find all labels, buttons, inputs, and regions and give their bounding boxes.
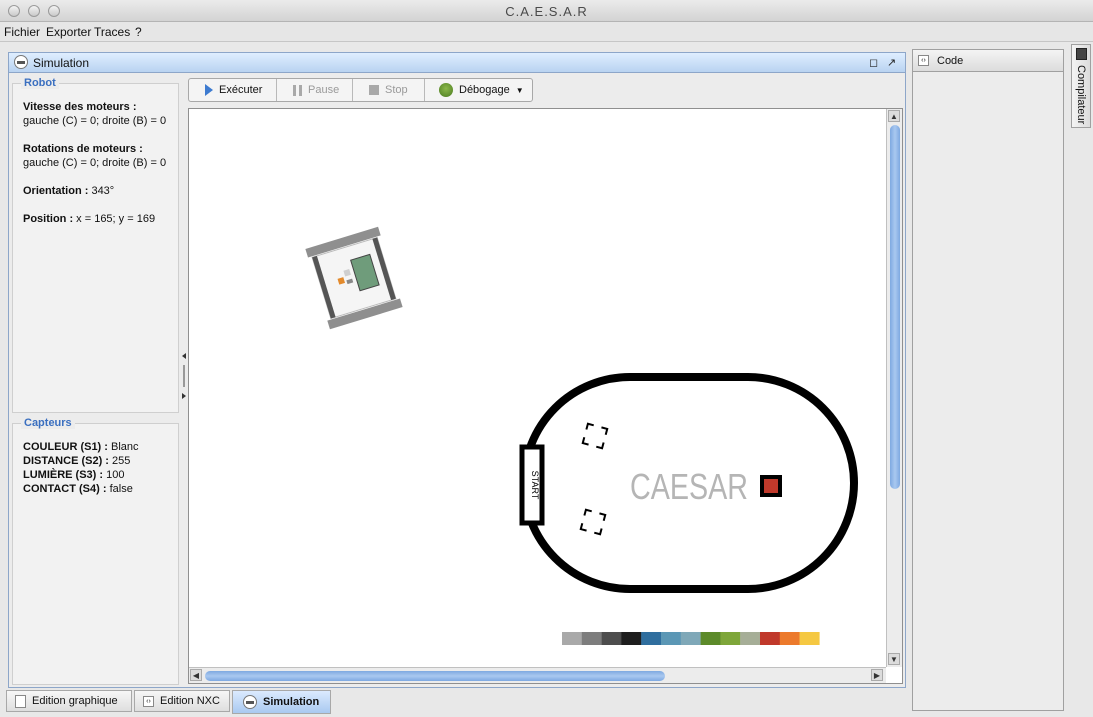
motor-rotation-label: Rotations de moteurs : <box>23 143 143 155</box>
menu-help[interactable]: ? <box>135 25 142 39</box>
compiler-icon <box>1076 48 1087 60</box>
maximize-icon[interactable]: ◻ <box>869 56 878 69</box>
scroll-up-arrow[interactable]: ▲ <box>888 110 900 122</box>
sensors-group-title: Capteurs <box>21 417 75 429</box>
document-icon <box>15 694 26 708</box>
code-panel-title: Code <box>937 55 964 67</box>
code-icon: ‹› <box>143 695 154 707</box>
target-marker-1 <box>581 422 609 450</box>
motor-rotation-value: gauche (C) = 0; droite (B) = 0 <box>23 157 167 169</box>
orientation-line: Orientation : 343° <box>23 185 115 197</box>
window-title: C.A.E.S.A.R <box>505 4 588 19</box>
palette-swatch <box>661 632 681 645</box>
simulation-canvas[interactable]: START CAESAR ▲ ▼ ◀ ▶ <box>188 108 903 684</box>
palette-swatch <box>641 632 662 645</box>
start-label: START <box>530 471 540 500</box>
tab-edition-graphique[interactable]: Edition graphique <box>6 690 132 712</box>
motor-speed-value: gauche (C) = 0; droite (B) = 0 <box>23 115 167 127</box>
palette-swatch <box>680 632 701 645</box>
horizontal-scrollbar[interactable]: ◀ ▶ <box>189 667 886 683</box>
palette-swatch <box>720 632 741 645</box>
tab-simulation[interactable]: Simulation <box>232 690 331 714</box>
bottom-tab-bar: Edition graphique ‹› Edition NXC Simulat… <box>0 688 910 717</box>
bug-icon <box>439 83 453 97</box>
play-icon <box>205 84 213 96</box>
menu-bar: Fichier Exporter Traces ? <box>0 22 1093 42</box>
code-icon: ‹› <box>918 55 929 66</box>
pause-button[interactable]: Pause <box>277 79 353 101</box>
menu-traces[interactable]: Traces <box>94 25 130 39</box>
simulation-icon <box>14 55 28 69</box>
panel-splitter[interactable] <box>182 353 187 403</box>
sensor-contact-line: CONTACT (S4) : false <box>23 483 133 495</box>
menu-exporter[interactable]: Exporter <box>46 25 91 39</box>
palette-swatch <box>562 632 582 645</box>
scroll-right-arrow[interactable]: ▶ <box>871 669 883 681</box>
menu-fichier[interactable]: Fichier <box>4 25 40 39</box>
chevron-down-icon: ▼ <box>515 85 524 95</box>
code-panel: ‹› Code <box>912 49 1064 711</box>
position-line: Position : x = 165; y = 169 <box>23 213 156 225</box>
palette-swatch <box>779 632 800 645</box>
vertical-scrollbar[interactable]: ▲ ▼ <box>886 109 902 667</box>
window-titlebar: C.A.E.S.A.R <box>0 0 1093 22</box>
palette-swatch <box>760 632 780 645</box>
simulation-title: Simulation <box>33 56 90 70</box>
vertical-scroll-thumb[interactable] <box>890 125 900 489</box>
compilateur-label: Compilateur <box>1075 65 1087 125</box>
tab-edition-nxc[interactable]: ‹› Edition NXC <box>134 690 230 712</box>
debug-button[interactable]: Débogage ▼ <box>425 79 532 101</box>
color-palette <box>562 632 820 645</box>
sensors-group: Capteurs COULEUR (S1) : Blanc DISTANCE (… <box>12 417 179 685</box>
red-target-block <box>760 475 782 497</box>
palette-swatch <box>601 632 622 645</box>
stop-button[interactable]: Stop <box>353 79 425 101</box>
sensor-color-line: COULEUR (S1) : Blanc <box>23 441 139 453</box>
simulation-scene: START CAESAR <box>305 226 858 645</box>
robot-group: Robot Vitesse des moteurs : gauche (C) =… <box>12 77 179 413</box>
caesar-logo-text: CAESAR <box>630 466 748 507</box>
simulation-icon <box>243 695 257 709</box>
tab-compilateur[interactable]: Compilateur <box>1071 44 1091 128</box>
scroll-down-arrow[interactable]: ▼ <box>888 653 900 665</box>
robot-sprite <box>305 226 403 330</box>
execute-button[interactable]: Exécuter <box>189 79 277 101</box>
code-panel-header: ‹› Code <box>913 50 1063 72</box>
sensor-light-line: LUMIÈRE (S3) : 100 <box>23 469 125 481</box>
motor-speed-label: Vitesse des moteurs : <box>23 101 137 113</box>
stop-icon <box>369 85 379 95</box>
sensor-distance-line: DISTANCE (S2) : 255 <box>23 455 131 467</box>
horizontal-scroll-thumb[interactable] <box>205 671 665 681</box>
simulation-toolbar: Exécuter Pause Stop Débogage ▼ <box>188 78 533 102</box>
scroll-left-arrow[interactable]: ◀ <box>190 669 202 681</box>
simulation-header: Simulation ◻ ↗ <box>9 53 905 73</box>
robot-group-title: Robot <box>21 77 59 89</box>
detach-icon[interactable]: ↗ <box>887 56 896 69</box>
palette-swatch <box>581 632 602 645</box>
pause-icon <box>293 84 302 96</box>
simulation-panel: Simulation ◻ ↗ Robot Vitesse des moteurs… <box>8 52 906 688</box>
palette-swatch <box>799 632 820 645</box>
palette-swatch <box>700 632 721 645</box>
target-marker-2 <box>579 508 607 536</box>
palette-swatch <box>740 632 761 645</box>
palette-swatch <box>621 632 642 645</box>
